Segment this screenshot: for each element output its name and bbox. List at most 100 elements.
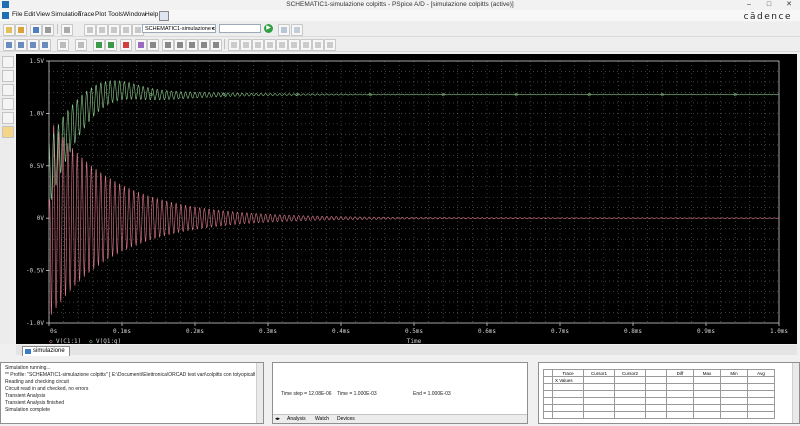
waveform-plot[interactable]: 1.5V 1.0V 0.5V 0V -0.5V -1.0V 0s 0.1ms 0.2ms 0.3m… — [16, 54, 797, 344]
y-tick-label: 0V — [37, 215, 45, 222]
menu-plot[interactable]: Plot — [95, 11, 106, 18]
messages-icon[interactable] — [2, 112, 14, 124]
tab-nav-icon[interactable]: ◂▸ — [275, 416, 280, 422]
run-simulation-button[interactable]: ▶ — [264, 24, 273, 33]
cursor-point-icon[interactable] — [288, 39, 300, 51]
table-cell — [614, 376, 646, 384]
menu-window[interactable]: Window — [123, 11, 146, 18]
output-log-pane[interactable]: Simulation running... ** Profile: "SCHEM… — [0, 362, 264, 424]
cursor-min-icon[interactable] — [264, 39, 276, 51]
print-icon[interactable] — [42, 24, 54, 36]
probe-window-icon[interactable] — [2, 56, 14, 68]
cut-icon[interactable] — [84, 24, 96, 36]
menu-file[interactable]: File — [12, 11, 22, 18]
zoom-area-icon[interactable] — [27, 39, 39, 51]
table-row[interactable] — [543, 404, 775, 412]
cursor-max-icon[interactable] — [276, 39, 288, 51]
bias-point-icon[interactable] — [2, 126, 14, 138]
log-line: Circuit read in and checked, no errors — [5, 386, 89, 392]
open-icon[interactable] — [15, 24, 27, 36]
table-cell — [693, 376, 721, 384]
view-output-icon[interactable] — [291, 24, 303, 36]
tab-watch[interactable]: Watch — [315, 416, 329, 422]
log-line: ** Profile: "SCHEMATIC1-simulazione colp… — [5, 372, 255, 378]
paste-icon[interactable] — [108, 24, 120, 36]
output-file-icon[interactable] — [2, 70, 14, 82]
legend-marker-icon: ◇ — [49, 338, 53, 344]
performance-analysis-icon[interactable] — [135, 39, 147, 51]
log-x-icon[interactable] — [57, 39, 69, 51]
mdi-restore-icon[interactable] — [159, 11, 169, 21]
fft-icon[interactable] — [75, 39, 87, 51]
x-tick-label: 0.3ms — [259, 328, 277, 335]
status-tab-bar: ◂▸ Analysis Watch Devices — [273, 414, 527, 423]
cursor-slope-icon[interactable] — [252, 39, 264, 51]
table-row[interactable] — [543, 383, 775, 391]
log-line: Transient Analysis — [5, 393, 46, 399]
table-cell — [720, 376, 748, 384]
table-row[interactable] — [543, 390, 775, 398]
simulation-settings-icon[interactable] — [278, 24, 290, 36]
chevron-down-icon: ▾ — [211, 26, 214, 32]
fourier-icon[interactable] — [105, 39, 117, 51]
zoom-fit-icon[interactable] — [39, 39, 51, 51]
cursor-trough-icon[interactable] — [240, 39, 252, 51]
menu-help[interactable]: Help — [145, 11, 158, 18]
plot-window[interactable]: 1.5V 1.0V 0.5V 0V -0.5V -1.0V 0s 0.1ms 0.2ms 0.3m… — [16, 54, 797, 344]
window-title: SCHEMATIC1-simulazione colpitts - PSpice… — [286, 1, 514, 8]
menu-view[interactable]: View — [36, 11, 50, 18]
secondary-select[interactable] — [219, 24, 261, 33]
table-row[interactable] — [543, 411, 775, 419]
add-plot-icon[interactable] — [174, 39, 186, 51]
header-avg: Avg — [747, 369, 775, 377]
menu-edit[interactable]: Edit — [24, 11, 35, 18]
table-row[interactable]: X Values — [543, 376, 775, 384]
mark-data-points-icon[interactable] — [210, 39, 222, 51]
tab-devices[interactable]: Devices — [337, 416, 355, 422]
menu-simulation[interactable]: Simulation — [51, 11, 81, 18]
toolbar-main — [0, 22, 800, 37]
cursor-peak-icon[interactable] — [228, 39, 240, 51]
text-label-icon[interactable] — [198, 39, 210, 51]
zoom-in-icon[interactable] — [3, 39, 15, 51]
new-icon[interactable] — [3, 24, 15, 36]
watch-window-icon[interactable] — [2, 98, 14, 110]
print-preview-icon[interactable] — [61, 24, 73, 36]
simulation-status-icon[interactable] — [2, 84, 14, 96]
save-icon[interactable] — [30, 24, 42, 36]
add-trace-icon[interactable] — [93, 39, 105, 51]
evaluate-measurement-icon[interactable] — [120, 39, 132, 51]
cursor-table-scrollbar[interactable] — [792, 363, 799, 423]
x-tick-label: 0.6ms — [478, 328, 496, 335]
tab-analysis[interactable]: Analysis — [287, 416, 306, 422]
tab-simulazione-label: simulazione — [33, 348, 65, 354]
minimize-button[interactable]: – — [740, 0, 758, 10]
cursor-search-icon[interactable] — [300, 39, 312, 51]
maximize-button[interactable]: □ — [760, 0, 778, 10]
copy-icon[interactable] — [96, 24, 108, 36]
table-cell: X Values — [552, 376, 584, 384]
zoom-out-icon[interactable] — [15, 39, 27, 51]
table-cell — [543, 376, 553, 384]
log-scrollbar[interactable] — [256, 363, 263, 423]
undo-icon[interactable] — [120, 24, 132, 36]
add-y-axis-icon[interactable] — [186, 39, 198, 51]
y-tick-label: 1.0V — [30, 110, 45, 117]
x-tick-label: 0.5ms — [405, 328, 423, 335]
tab-simulazione[interactable]: simulazione — [22, 346, 70, 356]
cadence-logo: cādence — [743, 12, 792, 22]
close-button[interactable]: ✕ — [780, 0, 798, 10]
mark-label-icon[interactable] — [162, 39, 174, 51]
plot-frame — [48, 60, 780, 324]
toggle-cursor-icon[interactable] — [147, 39, 159, 51]
header-blank — [645, 369, 667, 377]
menu-bar: File Edit View Simulation Trace Plot Too… — [0, 10, 800, 21]
document-icon[interactable] — [2, 12, 9, 19]
menu-tools[interactable]: Tools — [108, 11, 123, 18]
table-row[interactable] — [543, 397, 775, 405]
simulation-profile-select[interactable]: SCHEMATIC1-simulazione c ▾ — [142, 24, 216, 33]
cursor-label-icon[interactable] — [324, 39, 336, 51]
cursor-next-icon[interactable] — [312, 39, 324, 51]
menu-trace[interactable]: Trace — [78, 11, 94, 18]
header-cursor1: Cursor1 — [583, 369, 615, 377]
